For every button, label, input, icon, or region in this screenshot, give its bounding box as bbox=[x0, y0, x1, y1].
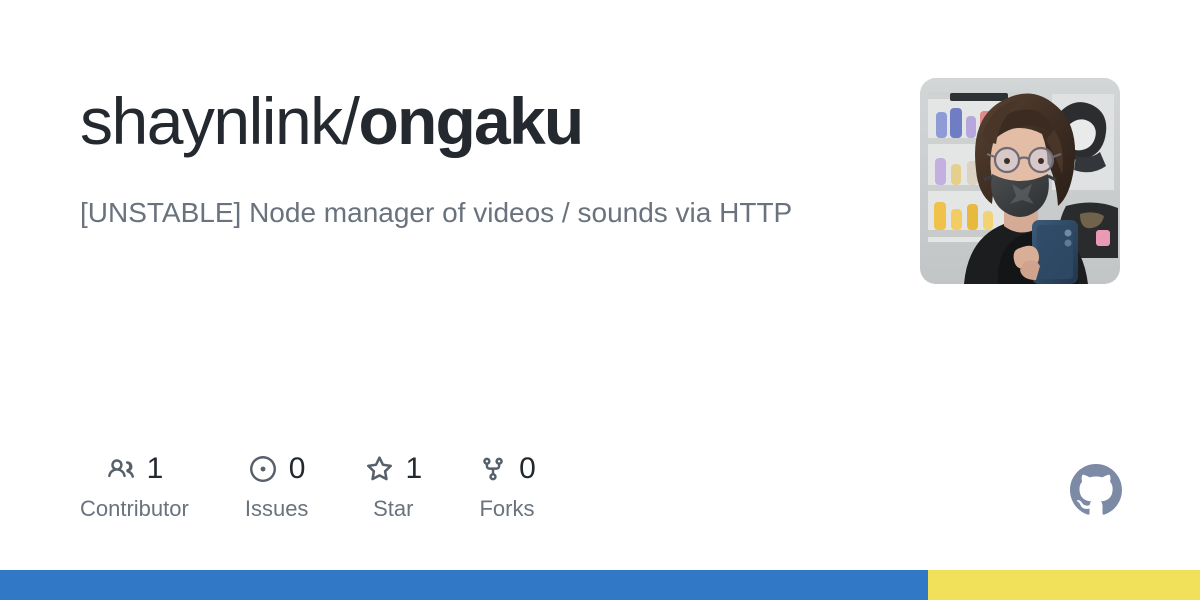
stat-issues: 0 Issues bbox=[245, 452, 309, 520]
repository-header-text: shaynlink/ongaku [UNSTABLE] Node manager… bbox=[80, 78, 792, 236]
stat-issues-label: Issues bbox=[244, 496, 309, 521]
stat-forks: 0 Forks bbox=[478, 452, 536, 521]
github-mark-icon bbox=[1070, 464, 1122, 516]
language-segment-primary bbox=[0, 570, 928, 600]
language-segment-secondary bbox=[927, 570, 1200, 600]
stat-forks-label: Forks bbox=[479, 496, 535, 521]
language-bar bbox=[0, 570, 1200, 600]
repository-stats: 1 Contributor 0 Issues 1 Star 0 Forks bbox=[80, 452, 536, 520]
stat-star-value: 1 bbox=[405, 452, 423, 485]
stat-issues-top: 0 bbox=[248, 452, 306, 486]
repository-name: ongaku bbox=[358, 84, 585, 158]
people-icon bbox=[106, 454, 136, 484]
stat-contributor: 1 Contributor bbox=[80, 452, 189, 520]
stat-contributor-label: Contributor bbox=[80, 496, 189, 521]
stat-star-label: Star bbox=[373, 496, 414, 521]
stat-star-top: 1 bbox=[364, 452, 422, 486]
repository-separator: / bbox=[341, 84, 360, 158]
repo-forked-icon bbox=[478, 454, 508, 484]
stat-star: 1 Star bbox=[364, 452, 422, 520]
stat-contributor-value: 1 bbox=[146, 452, 164, 485]
stat-forks-value: 0 bbox=[519, 452, 536, 485]
github-social-preview-card: shaynlink/ongaku [UNSTABLE] Node manager… bbox=[0, 0, 1200, 600]
stat-issues-value: 0 bbox=[288, 452, 306, 485]
star-icon bbox=[364, 454, 394, 484]
repository-header: shaynlink/ongaku [UNSTABLE] Node manager… bbox=[80, 78, 1120, 284]
issue-opened-icon bbox=[248, 454, 278, 484]
avatar bbox=[920, 78, 1120, 284]
stat-contributor-top: 1 bbox=[106, 452, 164, 486]
repository-owner: shaynlink bbox=[80, 84, 343, 158]
stat-forks-top: 0 bbox=[478, 452, 536, 486]
repository-description: [UNSTABLE] Node manager of videos / soun… bbox=[80, 197, 793, 229]
page-title: shaynlink/ongaku bbox=[80, 84, 792, 158]
